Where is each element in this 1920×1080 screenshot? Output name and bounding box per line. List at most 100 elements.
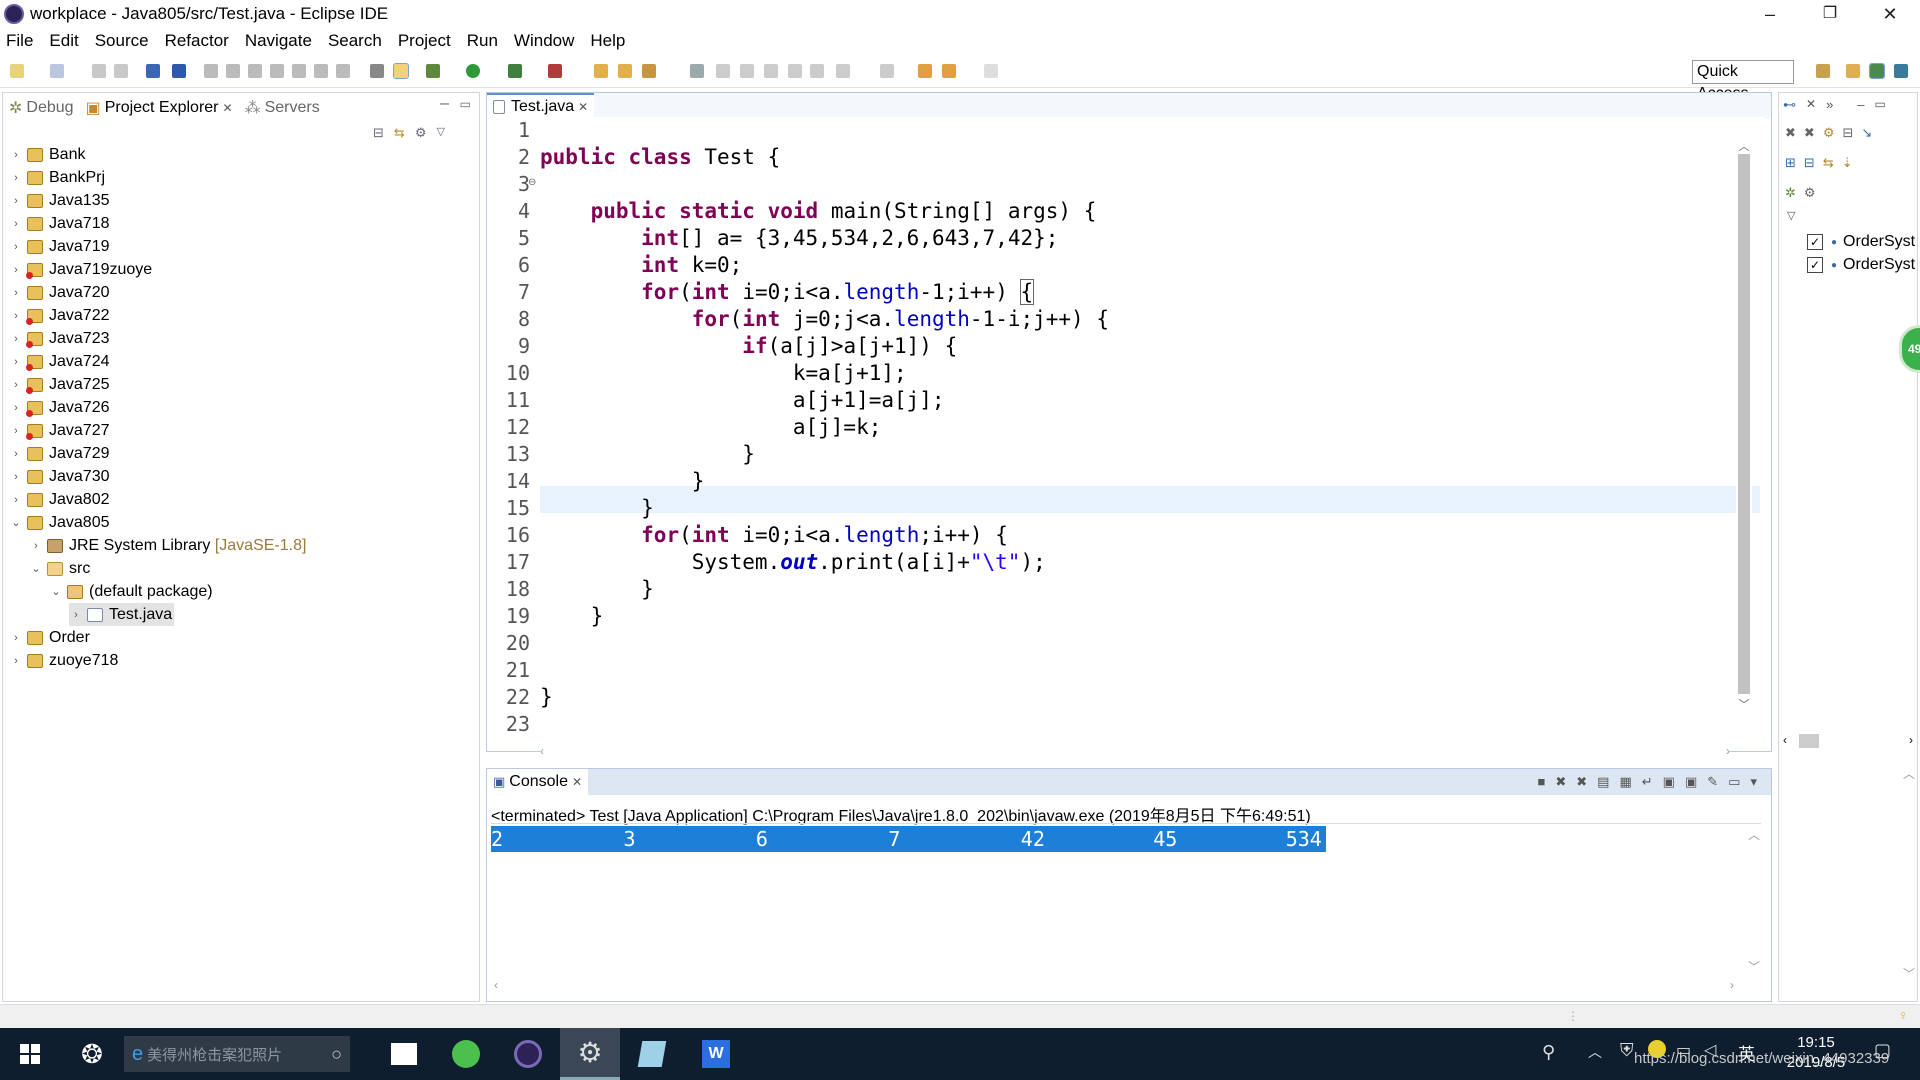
tree-item-java718[interactable]: › Java718 — [9, 212, 109, 235]
tree-item-java730[interactable]: › Java730 — [9, 465, 109, 488]
expand-icon[interactable]: › — [9, 379, 23, 391]
code-line[interactable]: int k=0; — [540, 252, 1745, 279]
tree-item-java722[interactable]: › Java722 — [9, 304, 110, 327]
expand-icon[interactable]: › — [9, 655, 23, 667]
expand-icon[interactable]: › — [9, 494, 23, 506]
notes-app-button[interactable] — [622, 1028, 682, 1080]
expand-icon[interactable]: › — [9, 149, 23, 161]
menu-run[interactable]: Run — [467, 31, 498, 51]
start-button[interactable] — [0, 1028, 60, 1080]
code-line[interactable]: k=a[j+1]; — [540, 360, 1745, 387]
taskbar-search-box[interactable]: e 美得州枪击案犯照片 ○ — [124, 1036, 350, 1072]
terminate-icon[interactable] — [248, 64, 262, 78]
menu-search[interactable]: Search — [328, 31, 382, 51]
menu-refactor[interactable]: Refactor — [165, 31, 229, 51]
notification-icon[interactable]: ▢ — [1874, 1040, 1891, 1061]
show-on-error-icon[interactable]: ▣ — [1685, 774, 1697, 790]
tree-item-java729[interactable]: › Java729 — [9, 442, 109, 465]
scroll-thumb[interactable] — [1799, 734, 1819, 748]
link-icon[interactable]: ↘ — [1861, 125, 1872, 141]
menu-edit[interactable]: Edit — [49, 31, 78, 51]
open-perspective-icon[interactable] — [1816, 64, 1830, 78]
link-editor-icon[interactable]: ⇆ — [1823, 155, 1834, 171]
tab-test-java[interactable]: Test.java ✕ — [487, 93, 595, 119]
java-perspective-icon[interactable] — [1894, 64, 1908, 78]
code-line[interactable]: } — [540, 603, 1745, 630]
tree-item-bankprj[interactable]: › BankPrj — [9, 166, 105, 189]
menu-file[interactable]: File — [6, 31, 33, 51]
code-line[interactable] — [540, 117, 1745, 144]
minimize-view-icon[interactable]: – — [1857, 97, 1864, 113]
menu-project[interactable]: Project — [398, 31, 451, 51]
link-editor-icon[interactable]: ⇆ — [394, 125, 405, 141]
search-icon[interactable] — [716, 64, 730, 78]
code-line[interactable] — [540, 630, 1745, 657]
expand-all-icon[interactable]: ⊞ — [1785, 155, 1796, 171]
remove-icon[interactable]: ✖ — [1785, 125, 1796, 141]
code-line[interactable]: a[j+1]=a[j]; — [540, 387, 1745, 414]
collapse-all-icon[interactable]: ⊟ — [1804, 155, 1815, 171]
forward-icon[interactable] — [984, 64, 998, 78]
more-views-icon[interactable]: » — [1826, 97, 1833, 113]
tree-item-src[interactable]: ⌄ src — [29, 557, 90, 580]
code-line[interactable]: for(int i=0;i<a.length-1;i++) { — [540, 279, 1745, 306]
outline-icon[interactable]: ⊷ — [1783, 97, 1796, 113]
display-console-icon[interactable]: ▭ — [1728, 774, 1740, 790]
collapse-icon[interactable]: ⌄ — [49, 585, 63, 598]
defender-icon[interactable]: ⛨ — [1620, 1040, 1634, 1061]
resume-icon[interactable] — [204, 64, 218, 78]
step-over-icon[interactable] — [314, 64, 328, 78]
menu-window[interactable]: Window — [514, 31, 574, 51]
menu-navigate[interactable]: Navigate — [245, 31, 312, 51]
tree-item-java727[interactable]: › Java727 — [9, 419, 110, 442]
prev-annotation-icon[interactable] — [880, 64, 894, 78]
filter-icon[interactable]: ⚙ — [415, 125, 427, 141]
expand-icon[interactable]: › — [29, 540, 43, 552]
scroll-right-icon[interactable]: › — [1909, 733, 1913, 747]
tab-servers[interactable]: ⁂ Servers — [239, 93, 326, 123]
expand-icon[interactable]: › — [9, 241, 23, 253]
people-icon[interactable]: ⚲ — [1542, 1042, 1555, 1063]
code-line[interactable]: } — [540, 684, 1745, 711]
outline-icon[interactable] — [370, 64, 384, 78]
close-button[interactable]: ✕ — [1860, 0, 1920, 28]
expand-icon[interactable]: › — [9, 632, 23, 644]
tip-icon[interactable]: ♀ — [1898, 1007, 1909, 1023]
code-line[interactable]: } — [540, 441, 1745, 468]
quick-access-input[interactable]: Quick Access — [1692, 60, 1794, 102]
fold-icon[interactable]: ⊖ — [528, 177, 536, 188]
code-line[interactable] — [540, 711, 1745, 738]
open-type-icon[interactable] — [690, 64, 704, 78]
code-line[interactable]: } — [540, 468, 1745, 495]
new-java-project-icon[interactable] — [594, 64, 608, 78]
collapse-icon[interactable]: ⌄ — [9, 516, 23, 529]
scroll-left-icon[interactable]: ‹ — [1783, 733, 1787, 747]
tab-debug[interactable]: ✲ Debug — [3, 93, 80, 123]
collapse-icon[interactable]: ⌄ — [29, 562, 43, 575]
wps-app-button[interactable]: W — [686, 1028, 746, 1080]
block-selection-icon[interactable] — [764, 64, 778, 78]
maximize-view-icon[interactable]: ▭ — [460, 97, 471, 111]
tree-item-default-package[interactable]: ⌄ (default package) — [49, 580, 212, 603]
tree-item-java726[interactable]: › Java726 — [9, 396, 110, 419]
new-class-icon[interactable] — [642, 64, 656, 78]
console-output[interactable]: 2 3 6 7 42 45 534 643 — [491, 826, 1454, 852]
show-on-output-icon[interactable]: ▣ — [1663, 774, 1675, 790]
scroll-right-icon[interactable]: › — [1726, 744, 1730, 758]
expand-icon[interactable]: › — [9, 195, 23, 207]
tree-item-java719[interactable]: › Java719 — [9, 235, 109, 258]
scroll-thumb[interactable] — [1738, 154, 1750, 694]
outline-item[interactable]: ✓ ● OrderSyst — [1807, 256, 1915, 274]
next-annotation-icon[interactable] — [836, 64, 850, 78]
tree-item-zuoye718[interactable]: › zuoye718 — [9, 649, 118, 672]
expand-icon[interactable]: › — [9, 310, 23, 322]
minimize-view-icon[interactable]: – — [440, 95, 449, 113]
external-tools-icon[interactable] — [548, 64, 562, 78]
outline-item[interactable]: ✓ ● OrderSyst — [1807, 233, 1915, 251]
code-line[interactable]: a[j]=k; — [540, 414, 1745, 441]
maximize-view-icon[interactable]: ▭ — [1875, 97, 1886, 113]
code-line[interactable]: } — [540, 495, 1745, 522]
tree-item-java805[interactable]: ⌄ Java805 — [9, 511, 109, 534]
collapse-icon[interactable]: ⊟ — [1842, 125, 1853, 141]
checkbox-checked-icon[interactable]: ✓ — [1807, 234, 1823, 250]
